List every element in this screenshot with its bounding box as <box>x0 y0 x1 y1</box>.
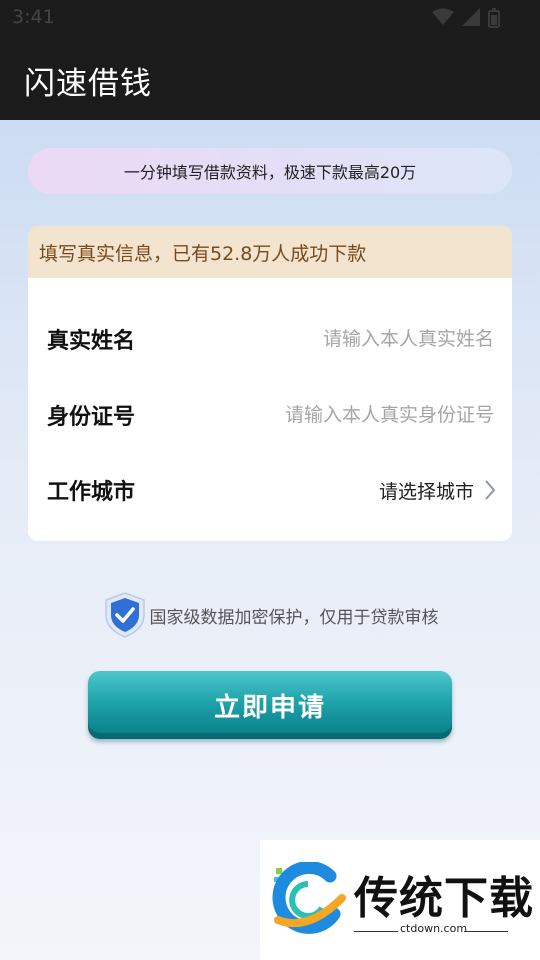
city-row[interactable]: 工作城市 请选择城市 <box>28 452 512 528</box>
chevron-right-icon <box>485 480 496 500</box>
id-number-label: 身份证号 <box>47 405 136 430</box>
loan-form-card: 填写真实信息，已有52.8万人成功下款 真实姓名 身份证号 工作城市 请选择城市 <box>28 226 512 541</box>
status-time: 3:41 <box>12 6 55 28</box>
name-label: 真实姓名 <box>47 329 136 354</box>
watermark-divider-right <box>464 931 508 932</box>
promo-banner: 一分钟填写借款资料，极速下款最高20万 <box>28 148 512 194</box>
security-note: 国家级数据加密保护，仅用于贷款审核 <box>0 590 540 640</box>
shield-check-icon <box>104 592 145 638</box>
id-number-input[interactable] <box>214 395 494 435</box>
id-number-row: 身份证号 <box>28 377 512 453</box>
battery-icon <box>488 8 500 28</box>
watermark-title: 传统下载 <box>354 873 534 924</box>
signal-icon <box>462 8 480 26</box>
watermark-divider-left <box>354 931 398 932</box>
city-select[interactable]: 请选择城市 <box>379 477 496 504</box>
security-text: 国家级数据加密保护，仅用于贷款审核 <box>149 607 439 628</box>
name-row: 真实姓名 <box>28 301 512 377</box>
city-label: 工作城市 <box>47 480 136 505</box>
promo-text: 一分钟填写借款资料，极速下款最高20万 <box>123 163 417 182</box>
watermark: 传统下载 ctdown.com <box>260 840 540 960</box>
form-header: 填写真实信息，已有52.8万人成功下款 <box>28 226 512 278</box>
app-bar: 闪速借钱 <box>0 36 540 120</box>
form-header-text: 填写真实信息，已有52.8万人成功下款 <box>39 242 367 265</box>
city-select-value: 请选择城市 <box>378 480 474 503</box>
wifi-icon <box>432 8 454 25</box>
status-bar: 3:41 <box>0 0 540 36</box>
status-icons <box>432 8 500 28</box>
main-content: 一分钟填写借款资料，极速下款最高20万 填写真实信息，已有52.8万人成功下款 … <box>0 120 540 960</box>
app-title: 闪速借钱 <box>24 66 152 102</box>
watermark-site: ctdown.com <box>400 922 468 935</box>
apply-button[interactable]: 立即申请 <box>88 671 452 739</box>
name-input[interactable] <box>244 319 494 359</box>
ctdown-logo-icon <box>272 862 346 934</box>
